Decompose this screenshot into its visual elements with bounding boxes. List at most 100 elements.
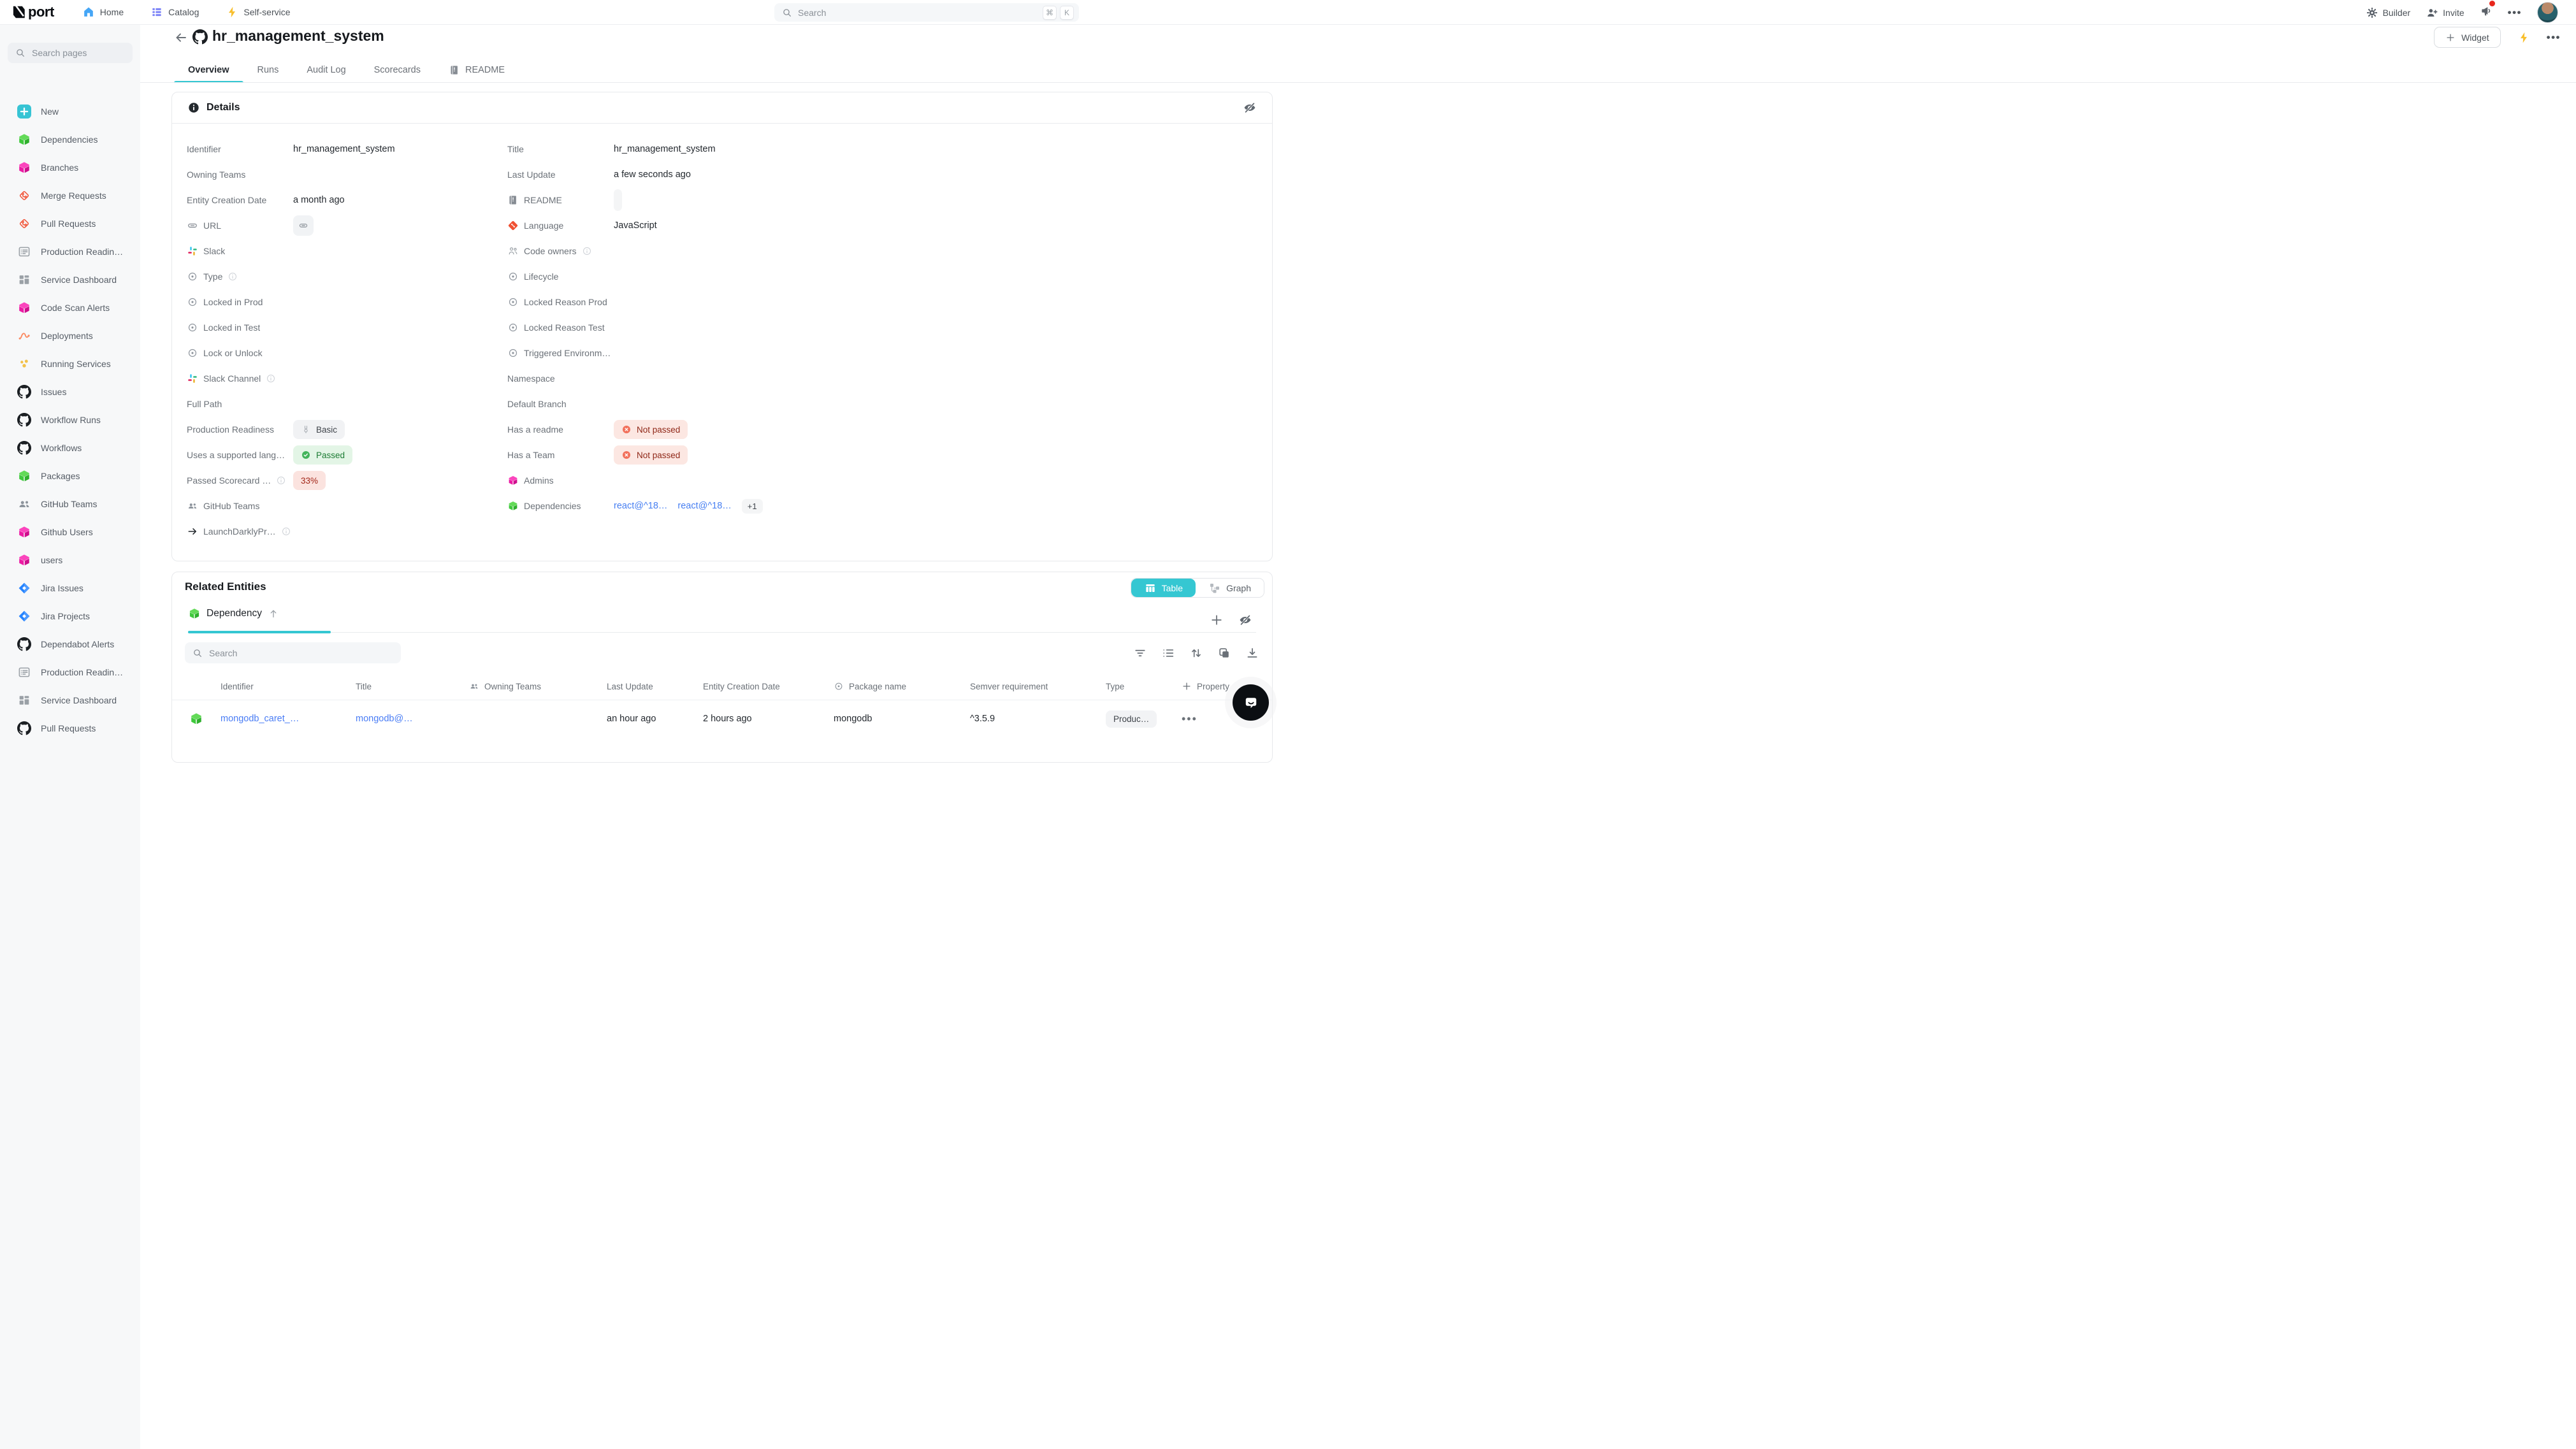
sidebar-item-code-scan-alerts[interactable]: Code Scan Alerts xyxy=(0,294,140,322)
announcements-button[interactable] xyxy=(2480,4,2493,20)
info-icon[interactable] xyxy=(228,271,238,282)
sidebar-item-branches[interactable]: Branches xyxy=(0,154,140,182)
column-header-semver_requirement[interactable]: Semver requirement xyxy=(970,682,1106,691)
invite-button[interactable]: Invite xyxy=(2426,6,2464,19)
add-widget-button[interactable]: Widget xyxy=(2434,27,2501,48)
sidebar-item-production-readin[interactable]: Production Readin… xyxy=(0,658,140,686)
column-header-type[interactable]: Type xyxy=(1106,682,1182,691)
dependency-link[interactable]: react@^18… xyxy=(677,501,731,511)
sidebar-item-workflow-runs[interactable]: Workflow Runs xyxy=(0,406,140,434)
top-more-menu-button[interactable]: ••• xyxy=(2508,6,2522,19)
nav-item-catalog[interactable]: Catalog xyxy=(150,6,199,18)
hide-empty-values-eye-off-icon[interactable] xyxy=(1243,101,1257,115)
group-by-icon[interactable] xyxy=(1161,646,1175,660)
column-header-identifier[interactable]: Identifier xyxy=(221,682,356,691)
view-toggle-table[interactable]: Table xyxy=(1131,579,1196,597)
row-entity-icon xyxy=(172,712,221,726)
info-icon[interactable] xyxy=(582,246,592,256)
sidebar-search-input[interactable]: Search pages xyxy=(8,43,133,63)
row-actions-menu[interactable]: ••• xyxy=(1182,712,1198,726)
column-header-package_name[interactable]: Package name xyxy=(834,681,970,691)
book-icon xyxy=(507,194,519,206)
sidebar-item-workflows[interactable]: Workflows xyxy=(0,434,140,462)
tab-scorecards[interactable]: Scorecards xyxy=(360,57,435,83)
port-logo[interactable]: port xyxy=(10,4,54,20)
user-avatar[interactable] xyxy=(2537,2,2558,23)
related-entities-table: IdentifierTitleOwning TeamsLast UpdateEn… xyxy=(172,673,1272,737)
info-icon[interactable] xyxy=(281,526,291,537)
more-dependencies-chip[interactable]: +1 xyxy=(742,499,763,514)
sidebar-item-pull-requests[interactable]: Pull Requests xyxy=(0,714,140,742)
dependency-link[interactable]: react@^18… xyxy=(614,501,667,511)
nav-item-home[interactable]: Home xyxy=(82,6,124,18)
details-row: Triggered Environm… xyxy=(493,340,1272,366)
column-header-title[interactable]: Title xyxy=(356,682,469,691)
details-title: Details xyxy=(206,102,240,113)
details-label: Lock or Unlock xyxy=(172,347,293,359)
entity-link[interactable]: mongodb@… xyxy=(356,714,413,724)
column-header-entity_creation_date[interactable]: Entity Creation Date xyxy=(703,682,834,691)
sidebar-item-production-readin[interactable]: Production Readin… xyxy=(0,238,140,266)
tab-dependency[interactable]: Dependency xyxy=(188,607,279,620)
entity-link[interactable]: mongodb_caret_… xyxy=(221,714,299,724)
tab-runs[interactable]: Runs xyxy=(243,57,293,83)
download-icon[interactable] xyxy=(1245,646,1259,660)
sidebar-item-dependabot-alerts[interactable]: Dependabot Alerts xyxy=(0,630,140,658)
target-icon xyxy=(834,681,844,691)
view-toggle-graph[interactable]: Graph xyxy=(1196,579,1264,597)
sidebar-item-github-teams[interactable]: GitHub Teams xyxy=(0,490,140,518)
sidebar-item-service-dashboard[interactable]: Service Dashboard xyxy=(0,686,140,714)
related-entities-title: Related Entities xyxy=(185,580,266,593)
global-search-input[interactable]: Search ⌘ K xyxy=(774,3,1079,22)
sidebar-item-new[interactable]: New xyxy=(0,97,140,126)
related-search-input[interactable]: Search xyxy=(185,642,401,663)
column-header-last_update[interactable]: Last Update xyxy=(607,682,703,691)
sidebar-item-merge-requests[interactable]: Merge Requests xyxy=(0,182,140,210)
sidebar-item-github-users[interactable]: Github Users xyxy=(0,518,140,546)
tab-audit-log[interactable]: Audit Log xyxy=(293,57,359,83)
sort-icon[interactable] xyxy=(1189,646,1203,660)
hide-columns-eye-off-icon[interactable] xyxy=(1238,613,1252,627)
sidebar-item-service-dashboard[interactable]: Service Dashboard xyxy=(0,266,140,294)
details-label-text: Lifecycle xyxy=(524,271,558,282)
back-arrow-button[interactable] xyxy=(173,30,189,45)
sidebar-item-issues[interactable]: Issues xyxy=(0,378,140,406)
nav-item-self-service[interactable]: Self-service xyxy=(226,6,290,18)
column-header-label: Property xyxy=(1197,682,1229,691)
page-more-menu-button[interactable]: ••• xyxy=(2547,31,2561,44)
quick-actions-bolt-button[interactable] xyxy=(2517,31,2530,44)
sidebar-item-pull-requests[interactable]: Pull Requests xyxy=(0,210,140,238)
sidebar-item-deployments[interactable]: Deployments xyxy=(0,322,140,350)
details-label-text: GitHub Teams xyxy=(203,501,259,511)
target-icon xyxy=(507,296,519,308)
builder-button[interactable]: Builder xyxy=(2366,6,2411,19)
sidebar-item-label: Service Dashboard xyxy=(41,275,117,285)
sidebar-item-jira-issues[interactable]: Jira Issues xyxy=(0,574,140,602)
column-header-owning_teams[interactable]: Owning Teams xyxy=(469,681,607,691)
sidebar-item-jira-projects[interactable]: Jira Projects xyxy=(0,602,140,630)
sort-up-arrow-icon[interactable] xyxy=(268,608,279,619)
tab-label: Runs xyxy=(257,65,279,75)
tab-overview[interactable]: Overview xyxy=(174,57,243,83)
active-tab-underline xyxy=(188,631,331,633)
info-filled-icon xyxy=(187,101,200,114)
sidebar-item-users[interactable]: users xyxy=(0,546,140,574)
add-relation-plus-button[interactable] xyxy=(1210,613,1224,627)
sidebar-item-dependencies[interactable]: Dependencies xyxy=(0,126,140,154)
details-row: Locked Reason Test xyxy=(493,315,1272,340)
details-label: Admins xyxy=(493,475,614,486)
sidebar-item-packages[interactable]: Packages xyxy=(0,462,140,490)
chat-widget-button[interactable] xyxy=(1233,684,1269,721)
info-icon[interactable] xyxy=(276,475,286,486)
tab-label: README xyxy=(465,65,505,75)
info-icon[interactable] xyxy=(266,373,276,384)
request-icon xyxy=(17,189,31,203)
url-link-chip[interactable] xyxy=(293,215,314,236)
filter-icon[interactable] xyxy=(1133,646,1147,660)
tab-label: Scorecards xyxy=(374,65,421,75)
copy-icon[interactable] xyxy=(1217,646,1231,660)
sidebar-item-running-services[interactable]: Running Services xyxy=(0,350,140,378)
tab-readme[interactable]: README xyxy=(435,57,519,83)
details-row: README xyxy=(493,187,1272,213)
details-row: Lifecycle xyxy=(493,264,1272,289)
